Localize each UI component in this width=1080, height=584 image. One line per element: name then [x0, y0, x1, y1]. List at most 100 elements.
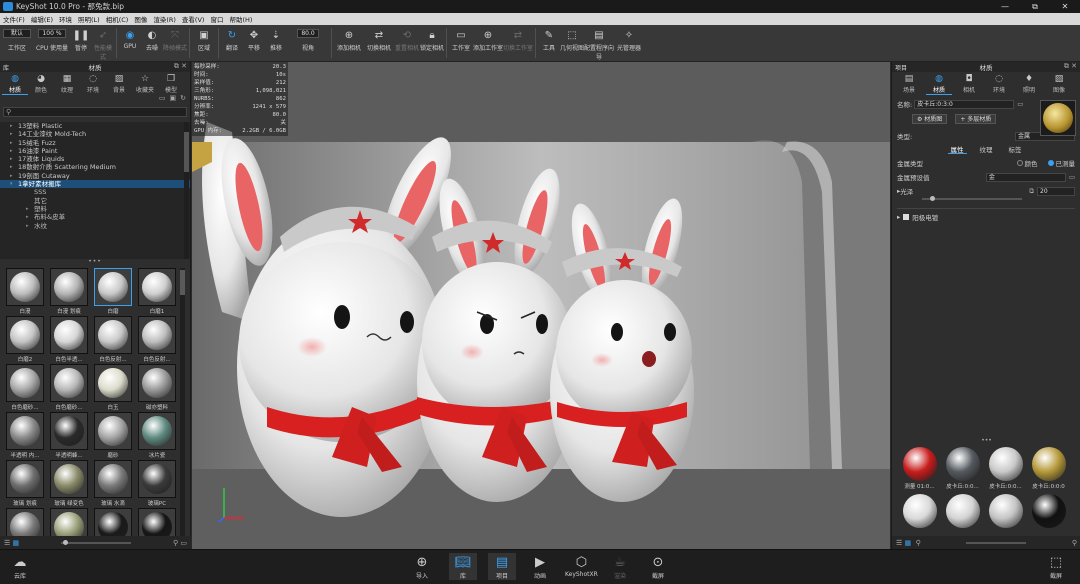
tab-colors[interactable]: ◕ 颜色: [28, 72, 54, 94]
list-view-icon[interactable]: ☰: [4, 539, 10, 547]
radio-color[interactable]: 颜色: [1016, 158, 1038, 168]
tab-camera[interactable]: ◘ 相机: [956, 72, 982, 94]
folder-icon[interactable]: ▭: [180, 539, 187, 547]
menu-file[interactable]: 文件(F): [0, 14, 28, 24]
switch-camera-button[interactable]: ⇄ 切换相机: [364, 25, 394, 62]
subtab-textures[interactable]: 纹理: [977, 144, 996, 154]
tree-scroll-thumb[interactable]: [184, 132, 189, 172]
material-thumbnail[interactable]: 半透明蜂...: [49, 412, 89, 460]
material-grid-scrollbar[interactable]: [180, 268, 185, 536]
keyshotxr-button[interactable]: ⬡ KeyShotXR: [565, 553, 598, 579]
menu-lighting[interactable]: 照明(L): [75, 14, 103, 24]
expand-icon[interactable]: ▸: [897, 213, 900, 221]
subtab-properties[interactable]: 属性: [947, 144, 967, 154]
scene-material-swatch[interactable]: 皮卡丘:0:0...: [942, 447, 983, 494]
splitter-handle[interactable]: •••: [892, 437, 1080, 444]
material-name-input[interactable]: 皮卡丘:0:3:0: [914, 99, 1015, 109]
roughness-slider-knob[interactable]: [930, 196, 935, 201]
tab-environments[interactable]: ◌ 环境: [80, 72, 106, 94]
fov-control[interactable]: 80.0 视角: [287, 25, 329, 62]
menu-view[interactable]: 查看(V): [179, 14, 208, 24]
region-button[interactable]: ▣ 区域: [192, 25, 216, 62]
studio-button[interactable]: ▭ 工作室: [449, 25, 473, 62]
material-thumbnail[interactable]: 玻璃 水滴: [93, 460, 133, 508]
multi-material-button[interactable]: + 多层材质: [955, 114, 997, 124]
material-thumbnail[interactable]: 半透明 内...: [5, 412, 45, 460]
tree-child-item[interactable]: SSS: [0, 188, 190, 196]
scene-material-swatch[interactable]: 皮卡丘:0:0...: [985, 447, 1026, 494]
pan-button[interactable]: ✥ 平移: [243, 25, 265, 62]
performance-mode-button[interactable]: ➶ 性能模式: [92, 25, 114, 62]
material-thumbnail[interactable]: 白漫: [5, 268, 45, 316]
library-search-input[interactable]: ⚲: [3, 107, 187, 117]
configurator-wizard-button[interactable]: ▤ 配置程序向导: [584, 25, 614, 62]
tab-favorites[interactable]: ☆ 收藏夹: [132, 72, 158, 94]
menu-help[interactable]: 帮助(H): [226, 14, 255, 24]
scene-material-swatch[interactable]: 测量 01:0...: [899, 447, 940, 494]
tab-textures[interactable]: ▦ 纹理: [54, 72, 80, 94]
tab-environment[interactable]: ◌ 环境: [986, 72, 1012, 94]
subtab-labels[interactable]: 标签: [1006, 144, 1025, 154]
library-button[interactable]: 📖︎ 库: [449, 553, 477, 580]
menu-edit[interactable]: 编辑(E): [28, 14, 56, 24]
material-thumbnail[interactable]: 玻璃 划痕: [5, 460, 45, 508]
material-thumbnail[interactable]: 磁亦塑料: [137, 364, 177, 412]
tree-child-item[interactable]: ▸ 水纹: [0, 222, 190, 230]
switch-studio-button[interactable]: ⇄ 切换工作室: [503, 25, 533, 62]
gpu-button[interactable]: ◉ GPU: [119, 25, 141, 62]
tree-item[interactable]: ▸ 15绒毛 Fuzz: [0, 139, 190, 147]
panel-float-close-icon[interactable]: ⧉ ✕: [1064, 62, 1077, 71]
tree-item[interactable]: ▸ 19剖面 Cutaway: [0, 172, 190, 180]
light-manager-button[interactable]: ✧ 光管理器: [614, 25, 644, 62]
cloud-library-button[interactable]: ☁ 云库: [10, 553, 30, 581]
material-thumbnail[interactable]: 冰片瓷: [137, 412, 177, 460]
save-icon[interactable]: ▣: [170, 94, 177, 103]
metal-preset-select[interactable]: 金: [985, 172, 1066, 182]
pause-button[interactable]: ❚❚ 暂停: [70, 25, 92, 62]
maximize-button[interactable]: ⧉: [1020, 0, 1050, 13]
project-button[interactable]: ▤ 项目: [488, 553, 516, 580]
tree-child-item[interactable]: 其它: [0, 197, 190, 205]
material-thumbnail[interactable]: 白磨1: [137, 268, 177, 316]
tab-materials[interactable]: ◍ 材质: [2, 72, 28, 95]
material-thumbnail[interactable]: 白玉: [93, 364, 133, 412]
zoom-icon[interactable]: ⚲: [1072, 539, 1077, 547]
zoom-icon[interactable]: ⚲: [173, 539, 178, 547]
material-graph-button[interactable]: ⚙ 材质图: [912, 114, 948, 124]
material-thumbnail[interactable]: 白磨2: [5, 316, 45, 364]
radio-measured[interactable]: 已测量: [1047, 158, 1075, 168]
scene-material-swatch[interactable]: [985, 494, 1026, 541]
roughness-slider[interactable]: [922, 196, 1022, 201]
tab-models[interactable]: ❒ 模型: [158, 72, 184, 94]
scene-material-swatch[interactable]: [1028, 494, 1069, 541]
tools-button[interactable]: ✎ 工具: [538, 25, 560, 62]
render-button[interactable]: ☕︎ 渲染: [610, 553, 630, 581]
menu-window[interactable]: 窗口: [207, 14, 226, 24]
menu-environment[interactable]: 环境: [56, 14, 75, 24]
splitter-handle[interactable]: •••: [0, 259, 190, 265]
material-thumbnail[interactable]: 玻璃 绿变色: [49, 460, 89, 508]
refresh-icon[interactable]: ↻: [180, 94, 186, 103]
grid-view-icon[interactable]: ▦: [13, 539, 20, 547]
cpu-usage-input[interactable]: 100 %: [38, 29, 66, 38]
material-thumbnail[interactable]: 白磨: [93, 268, 133, 316]
menu-camera[interactable]: 相机(C): [103, 14, 132, 24]
material-thumbnail[interactable]: 玻璃PC: [137, 460, 177, 508]
workspace-control[interactable]: 默认 工作区: [0, 25, 34, 62]
tree-item[interactable]: ▸ 18散射介质 Scattering Medium: [0, 163, 190, 171]
tree-item-selected[interactable]: ▾ 1拿好素材搬库: [0, 180, 190, 189]
folder-icon[interactable]: ▭: [159, 94, 166, 103]
tree-item[interactable]: ▸ 14工业漆纹 Mold-Tech: [0, 130, 190, 138]
geometry-view-button[interactable]: ⬚ 几何视图: [560, 25, 584, 62]
reset-camera-button[interactable]: ⟲ 重置相机: [394, 25, 420, 62]
workspace-select[interactable]: 默认: [3, 29, 31, 38]
save-material-icon[interactable]: ▭: [1017, 100, 1023, 108]
material-thumbnail[interactable]: 白色反射...: [93, 316, 133, 364]
grid-view-icon[interactable]: ▦: [905, 539, 912, 547]
tree-scrollbar[interactable]: [184, 122, 189, 259]
dolly-button[interactable]: ⇣ 推移: [265, 25, 287, 62]
material-thumbnail[interactable]: 白色磨砂...: [49, 364, 89, 412]
panel-float-close-icon[interactable]: ⧉ ✕: [174, 62, 187, 71]
link-icon[interactable]: ⧉: [1029, 187, 1034, 196]
import-button[interactable]: ⊕ 导入: [412, 553, 432, 581]
